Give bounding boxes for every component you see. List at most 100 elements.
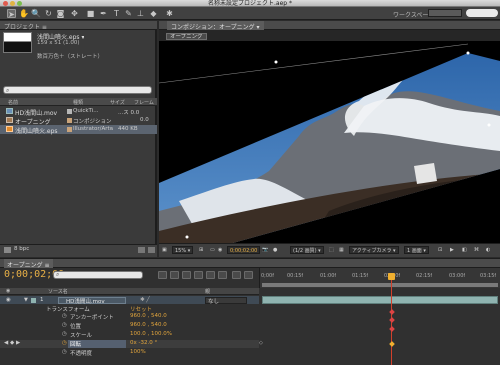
property-transform[interactable]: トランスフォーム リセット [0, 305, 259, 313]
rotated-footage-layer[interactable] [159, 41, 500, 243]
motion-blur-icon[interactable] [206, 271, 215, 279]
label-color-swatch [67, 109, 72, 114]
reset-link[interactable]: リセット [130, 305, 152, 313]
workspace-select[interactable] [428, 9, 462, 17]
column-frame[interactable]: フレーム [134, 99, 154, 106]
frame-blending-icon[interactable] [194, 271, 203, 279]
expand-triangle-icon[interactable]: ▼ [24, 297, 28, 303]
always-preview-icon[interactable]: ▣ [162, 246, 167, 254]
keyframe-navigator-icon[interactable]: ◀ ◆ ▶ [4, 340, 20, 346]
property-rotation[interactable]: ◀ ◆ ▶ ◷ 回転 0x -32.0 ° [0, 340, 259, 348]
brush-tool-icon[interactable]: ✎ [124, 9, 133, 18]
eye-icon[interactable]: ◉ [6, 288, 10, 294]
property-position[interactable]: ◷ 位置 960.0 , 540.0 [0, 322, 259, 330]
hand-tool-icon[interactable]: ✋ [19, 9, 29, 18]
new-folder-icon[interactable] [138, 247, 145, 253]
column-size[interactable]: サイズ [110, 99, 125, 106]
type-tool-icon[interactable]: T [112, 9, 121, 18]
property-opacity[interactable]: ◷ 不透明度 100% [0, 349, 259, 357]
bpc-indicator[interactable]: 8 bpc [14, 246, 29, 252]
pixel-aspect-icon[interactable]: ⊡ [438, 246, 442, 254]
column-name[interactable]: 名前 [8, 99, 18, 106]
property-scale[interactable]: ◷ スケール 100.0 , 100.0% [0, 331, 259, 339]
color-channel-icon[interactable]: ● [273, 246, 277, 254]
brainstorm-icon[interactable] [218, 271, 227, 279]
property-value[interactable]: 100.0 , 100.0% [130, 331, 172, 337]
comp-navigator-tab[interactable]: オープニング [166, 33, 207, 40]
puppet-tool-icon[interactable]: ✱ [165, 9, 174, 18]
mask-visibility-icon[interactable]: ▭ [210, 246, 215, 254]
pan-behind-tool-icon[interactable]: ✥ [70, 9, 79, 18]
project-item[interactable]: オープニング コンポジション 0.0 [0, 116, 157, 126]
project-item[interactable]: HD浅間山.mov QuickTi... ...ス 0.0 [0, 107, 157, 117]
composition-viewer[interactable] [159, 41, 500, 243]
draft-3d-icon[interactable] [170, 271, 179, 279]
snapshot-icon[interactable]: 📷 [262, 246, 268, 254]
property-value[interactable]: 960.0 , 540.0 [130, 313, 167, 319]
search-help-input[interactable] [466, 9, 498, 17]
trash-icon[interactable] [148, 247, 155, 253]
reset-exposure-icon[interactable]: ◐ [486, 246, 490, 254]
zoom-select[interactable]: 15% ▾ [172, 246, 194, 254]
hide-shy-layers-icon[interactable] [182, 271, 191, 279]
pen-tool-icon[interactable]: ✒ [99, 9, 108, 18]
stopwatch-icon[interactable]: ◷ [62, 349, 67, 355]
stopwatch-icon[interactable]: ◷ [62, 322, 67, 328]
keyframe-icon[interactable]: ◇ [259, 340, 263, 346]
transparency-grid-icon[interactable]: ▦ [339, 246, 344, 254]
project-item-type: Illustrator/Artwork [73, 126, 113, 132]
stopwatch-icon[interactable]: ◷ [62, 313, 67, 319]
clone-stamp-tool-icon[interactable]: ⊥ [136, 9, 145, 18]
camera-select[interactable]: アクティブカメラ ▾ [349, 246, 399, 254]
auto-keyframe-icon[interactable] [232, 271, 241, 279]
window-title: 名称未設定プロジェクト.aep * [208, 0, 292, 7]
project-search-input[interactable] [3, 86, 152, 94]
tab-project[interactable]: プロジェクト ≡ [4, 22, 47, 31]
view-layout-select[interactable]: 1 画面 ▾ [404, 246, 429, 254]
column-parent[interactable]: 親 [205, 288, 210, 295]
tab-timeline-opening[interactable]: オープニング ≡ [4, 259, 53, 268]
property-value[interactable]: 100% [130, 349, 146, 355]
rotate-tool-icon[interactable]: ↻ [44, 9, 53, 18]
comp-flowchart-icon[interactable]: ⌘ [474, 246, 479, 254]
camera-tool-icon[interactable]: ◙ [56, 9, 65, 18]
current-time-display[interactable]: 0;00;02;00 [227, 246, 261, 254]
label-color-swatch[interactable] [31, 298, 36, 303]
comp-mini-flowchart-icon[interactable] [158, 271, 167, 279]
layer-duration-bar[interactable] [262, 296, 498, 304]
visibility-eye-icon[interactable]: ◉ [6, 297, 11, 303]
parent-value: なし [208, 299, 220, 305]
eraser-tool-icon[interactable]: ◆ [149, 9, 158, 18]
graph-editor-icon[interactable] [244, 271, 253, 279]
property-name: 回転 [70, 342, 82, 348]
selection-tool-icon[interactable]: ➤ [7, 9, 16, 19]
zoom-tool-icon[interactable]: 🔍 [31, 9, 41, 18]
rectangle-tool-icon[interactable]: ■ [86, 9, 95, 18]
stopwatch-active-icon[interactable]: ◷ [62, 340, 67, 346]
stopwatch-icon[interactable]: ◷ [62, 331, 67, 337]
property-value[interactable]: 0x -32.0 ° [130, 340, 157, 346]
ruler-tick: 0;00f [261, 273, 274, 279]
resolution-select[interactable]: (1/2 画質) ▾ [290, 246, 324, 254]
property-name: スケール [70, 333, 93, 339]
search-icon: ⌕ [56, 271, 60, 278]
timeline-icon[interactable]: ◧ [462, 246, 467, 254]
fast-previews-icon[interactable]: ▶ [450, 246, 454, 254]
property-value[interactable]: 960.0 , 540.0 [130, 322, 167, 328]
playhead-handle-icon[interactable] [388, 273, 395, 280]
ruler-tick: 01:00f [320, 273, 337, 279]
property-anchor-point[interactable]: ◷ アンカーポイント 960.0 , 540.0 [0, 313, 259, 321]
column-source-name[interactable]: ソース名 [48, 288, 68, 295]
project-item-selected[interactable]: 浅間山噴火.eps Illustrator/Artwork 440 KB [0, 125, 157, 135]
region-of-interest-icon[interactable]: ⬚ [329, 246, 334, 254]
camera-snapshot-icon[interactable]: ◉ [218, 246, 222, 254]
label-color-swatch [67, 118, 72, 123]
interpret-footage-icon[interactable] [4, 247, 11, 253]
timeline-tab-bar [0, 259, 500, 268]
layer-switches[interactable]: ✱ ╱ [140, 297, 150, 303]
work-area-bar[interactable] [262, 283, 498, 287]
tab-composition[interactable]: コンポジション：オープニング ▾ [167, 21, 264, 30]
safe-margins-icon[interactable]: ⊞ [199, 246, 203, 254]
timeline-search-input[interactable] [53, 271, 143, 279]
column-type[interactable]: 種類 [73, 99, 83, 106]
